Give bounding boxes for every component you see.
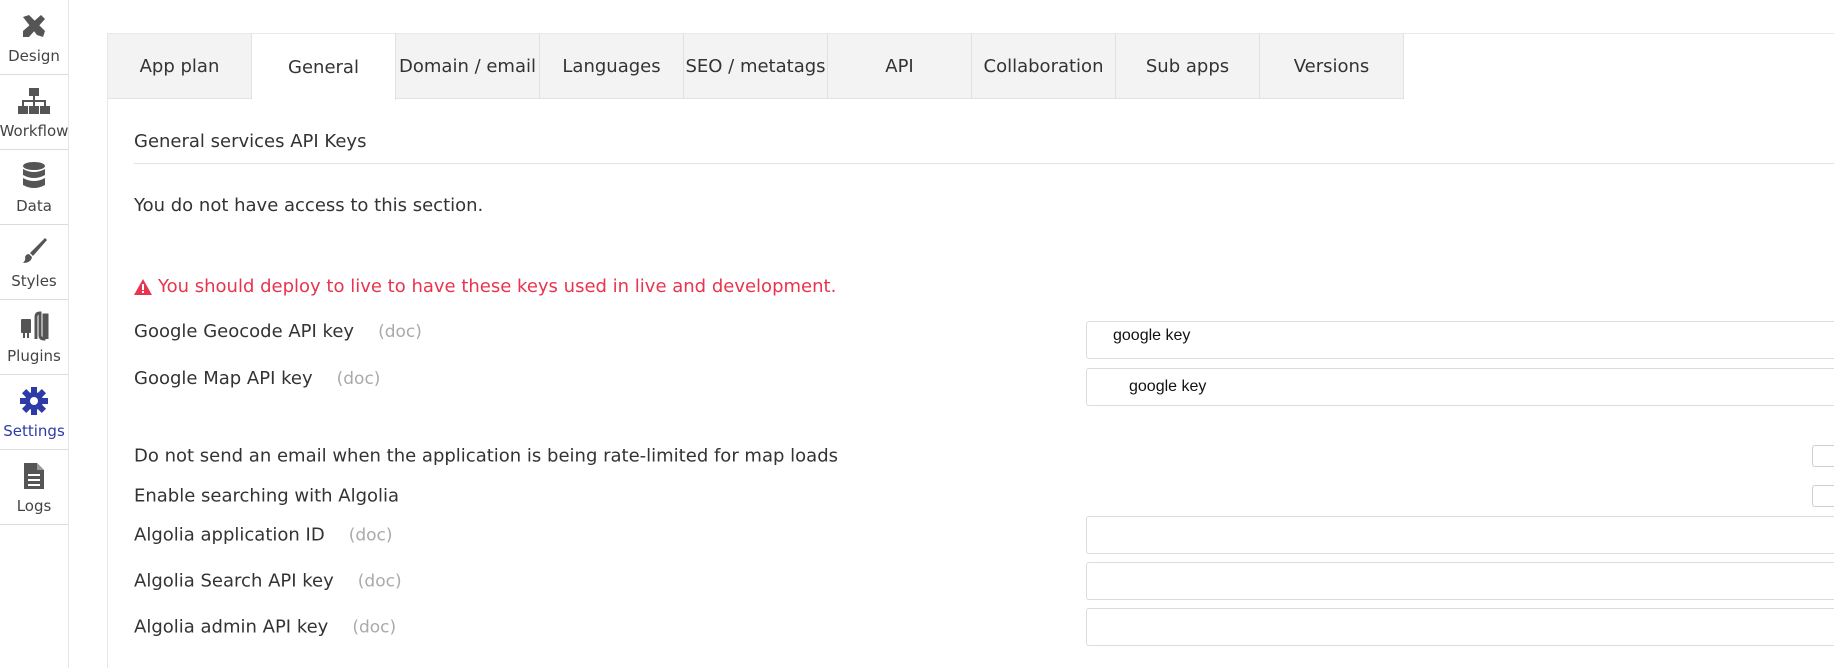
map-api-key-field[interactable]: google key [1086, 368, 1834, 406]
algolia-enable-row: Enable searching with Algolia [134, 486, 399, 507]
settings-panel: App plan General Domain / email Language… [107, 33, 1834, 668]
settings-content: General services API Keys You do not hav… [134, 99, 1834, 668]
algolia-search-key-label: Algolia Search API key [134, 570, 334, 592]
design-icon [17, 9, 51, 43]
document-icon [17, 459, 51, 493]
rate-limit-row: Do not send an email when the applicatio… [134, 446, 838, 467]
sidebar-label: Settings [3, 422, 65, 440]
algolia-app-id-row: Algolia application ID (doc) [134, 525, 393, 546]
geocode-doc-link[interactable]: (doc) [378, 322, 422, 342]
geocode-api-key-field[interactable]: google key [1086, 321, 1834, 359]
sidebar-label: Logs [16, 497, 52, 515]
geocode-row: Google Geocode API key (doc) [134, 321, 422, 342]
sidebar-item-design[interactable]: Design [0, 0, 68, 75]
tab-sub-apps[interactable]: Sub apps [1116, 34, 1260, 99]
map-api-key-value: google key [1129, 378, 1207, 395]
tab-domain-email[interactable]: Domain / email [396, 34, 540, 99]
sidebar-item-logs[interactable]: Logs [0, 450, 68, 525]
map-label: Google Map API key [134, 368, 313, 389]
workflow-icon [17, 84, 51, 118]
geocode-api-key-value: google key [1113, 327, 1191, 344]
sidebar-label: Data [16, 197, 52, 215]
algolia-app-id-doc-link[interactable]: (doc) [349, 525, 393, 545]
tab-app-plan[interactable]: App plan [108, 34, 252, 99]
algolia-admin-key-doc-link[interactable]: (doc) [352, 617, 396, 637]
plug-icon [17, 309, 51, 343]
algolia-app-id-label: Algolia application ID [134, 524, 325, 546]
tab-general[interactable]: General [252, 34, 396, 100]
tab-languages[interactable]: Languages [540, 34, 684, 99]
algolia-search-key-doc-link[interactable]: (doc) [358, 571, 402, 591]
algolia-admin-key-label: Algolia admin API key [134, 616, 329, 638]
section-divider [134, 163, 1834, 164]
tab-api[interactable]: API [828, 34, 972, 99]
algolia-app-id-field[interactable] [1086, 516, 1834, 554]
algolia-admin-key-row: Algolia admin API key (doc) [134, 617, 396, 638]
database-icon [17, 159, 51, 193]
map-doc-link[interactable]: (doc) [337, 369, 381, 389]
sidebar-label: Styles [11, 272, 57, 290]
sidebar-label: Design [8, 47, 60, 65]
sidebar-item-workflow[interactable]: Workflow [0, 75, 68, 150]
geocode-label: Google Geocode API key [134, 321, 355, 342]
map-row: Google Map API key (doc) [134, 368, 380, 389]
rate-limit-label: Do not send an email when the applicatio… [134, 445, 838, 467]
sidebar-item-styles[interactable]: Styles [0, 225, 68, 300]
sidebar-item-plugins[interactable]: Plugins [0, 300, 68, 375]
algolia-search-key-field[interactable] [1086, 562, 1834, 600]
algolia-search-key-row: Algolia Search API key (doc) [134, 571, 402, 592]
rate-limit-checkbox[interactable] [1812, 445, 1834, 467]
tab-versions[interactable]: Versions [1260, 34, 1404, 99]
deploy-warning: You should deploy to live to have these … [134, 276, 836, 297]
warning-text: You should deploy to live to have these … [158, 276, 837, 297]
sidebar: Design Workflow Data Styles Plugins Sett… [0, 0, 69, 668]
gear-icon [17, 384, 51, 418]
no-access-message: You do not have access to this section. [134, 195, 484, 216]
section-title: General services API Keys [134, 131, 367, 152]
settings-tabs: App plan General Domain / email Language… [108, 34, 1404, 100]
sidebar-label: Workflow [0, 122, 69, 140]
tab-seo-metatags[interactable]: SEO / metatags [684, 34, 828, 99]
brush-icon [17, 234, 51, 268]
sidebar-label: Plugins [7, 347, 61, 365]
algolia-enable-checkbox[interactable] [1812, 485, 1834, 507]
sidebar-item-settings[interactable]: Settings [0, 375, 68, 450]
algolia-admin-key-field[interactable] [1086, 608, 1834, 646]
tab-collaboration[interactable]: Collaboration [972, 34, 1116, 99]
algolia-enable-label: Enable searching with Algolia [134, 485, 400, 507]
sidebar-item-data[interactable]: Data [0, 150, 68, 225]
warning-icon [134, 278, 152, 295]
